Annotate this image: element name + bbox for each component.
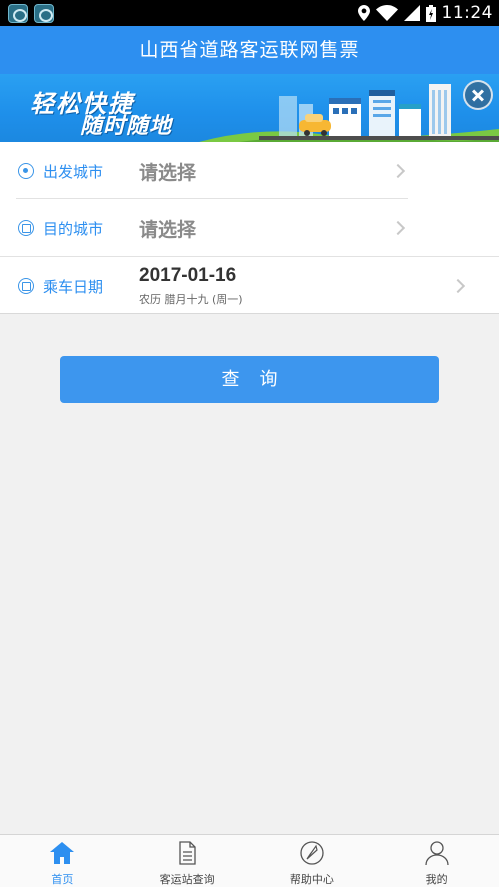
nav-home-label: 首页: [51, 873, 74, 886]
close-banner-button[interactable]: [463, 80, 493, 110]
travel-date-label: 乘车日期: [43, 278, 104, 296]
wifi-icon: [375, 5, 398, 21]
page-title: 山西省道路客运联网售票: [139, 39, 360, 61]
lunar-date: 农历 腊月十九 (周一): [139, 293, 243, 306]
city-illustration: [199, 84, 499, 142]
promo-banner[interactable]: 轻松快捷 随时随地: [0, 74, 499, 142]
nav-help-center-label: 帮助中心: [289, 873, 334, 886]
nav-help-center[interactable]: 帮助中心: [250, 835, 375, 887]
app-header: 山西省道路客运联网售票: [0, 26, 499, 74]
nav-my-account[interactable]: 我的: [374, 835, 499, 887]
destination-city-label: 目的城市: [43, 220, 104, 238]
nav-station-search[interactable]: 客运站查询: [125, 835, 250, 887]
user-icon: [424, 841, 449, 865]
app-notification-icon: [34, 4, 54, 23]
chevron-right-icon: [390, 220, 406, 236]
clock: 11:24: [441, 3, 493, 23]
location-pin-icon: [18, 163, 34, 179]
search-form: 出发城市 请选择 目的城市 请选择 乘车日期 2017-01-16 农历 腊月十…: [0, 142, 499, 314]
signal-icon: [403, 5, 420, 21]
destination-city-value[interactable]: 请选择: [139, 215, 196, 242]
banner-slogan-line2: 随时随地: [80, 114, 173, 139]
chevron-right-icon: [450, 278, 466, 294]
query-button[interactable]: 查询: [60, 356, 439, 403]
help-icon: [300, 841, 324, 865]
nav-home[interactable]: 首页: [0, 835, 125, 887]
destination-icon: [18, 220, 34, 236]
status-bar: 11:24: [0, 0, 499, 26]
nav-station-search-label: 客运站查询: [159, 873, 215, 886]
departure-city-row[interactable]: 出发城市 请选择: [0, 142, 499, 199]
travel-date-row[interactable]: 乘车日期 2017-01-16 农历 腊月十九 (周一): [0, 257, 499, 314]
home-icon: [50, 842, 75, 864]
bottom-navigation: 首页 客运站查询 帮助中心 我的: [0, 834, 499, 887]
location-icon: [357, 5, 370, 21]
battery-icon: [425, 4, 436, 22]
app-notification-icon: [8, 4, 28, 23]
nav-my-account-label: 我的: [425, 873, 448, 886]
travel-date-value[interactable]: 2017-01-16: [139, 265, 236, 287]
departure-city-value[interactable]: 请选择: [139, 158, 196, 185]
document-icon: [179, 841, 196, 865]
chevron-right-icon: [390, 163, 406, 179]
destination-city-row[interactable]: 目的城市 请选择: [0, 199, 499, 256]
calendar-icon: [18, 278, 34, 294]
departure-city-label: 出发城市: [43, 163, 104, 181]
